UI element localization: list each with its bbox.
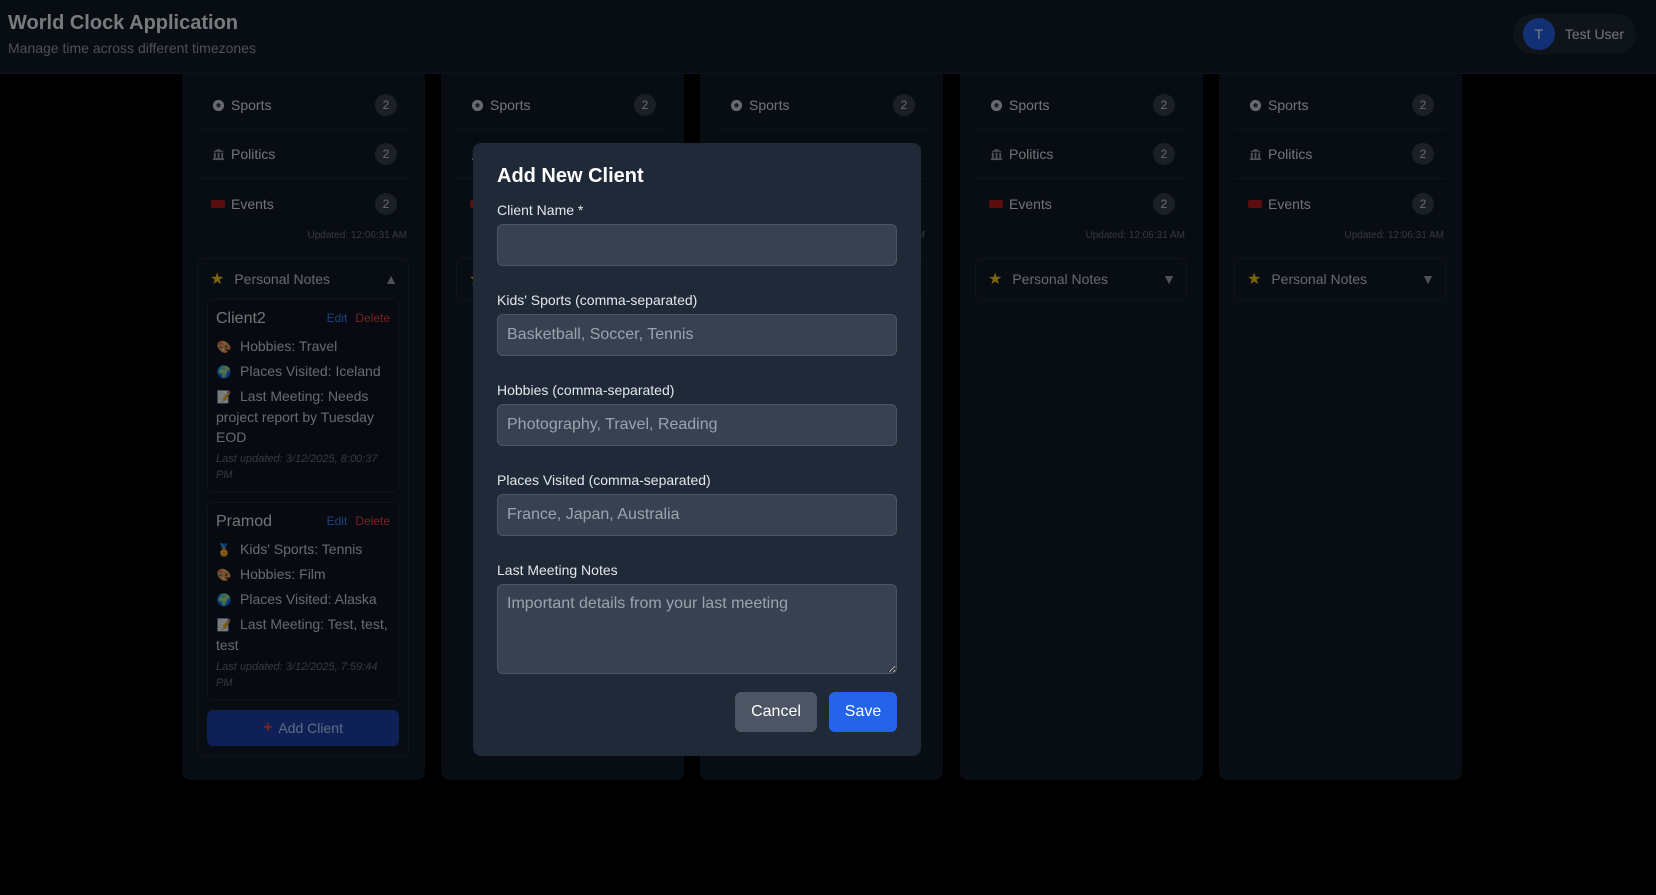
last-meeting-notes-textarea[interactable] [497,584,897,674]
places-visited-label: Places Visited (comma-separated) [497,472,711,488]
cancel-button[interactable]: Cancel [735,692,817,732]
places-visited-input[interactable] [497,494,897,536]
kids-sports-input[interactable] [497,314,897,356]
hobbies-input[interactable] [497,404,897,446]
client-name-input[interactable] [497,224,897,266]
kids-sports-label: Kids' Sports (comma-separated) [497,292,698,308]
save-button[interactable]: Save [829,692,897,732]
add-client-dialog: Add New Client Client Name * Kids' Sport… [473,143,921,756]
last-meeting-notes-label: Last Meeting Notes [497,562,618,578]
hobbies-label: Hobbies (comma-separated) [497,382,675,398]
dialog-title: Add New Client [497,165,644,187]
client-name-label: Client Name * [497,202,584,218]
dialog-actions: Cancel Save [735,692,897,732]
